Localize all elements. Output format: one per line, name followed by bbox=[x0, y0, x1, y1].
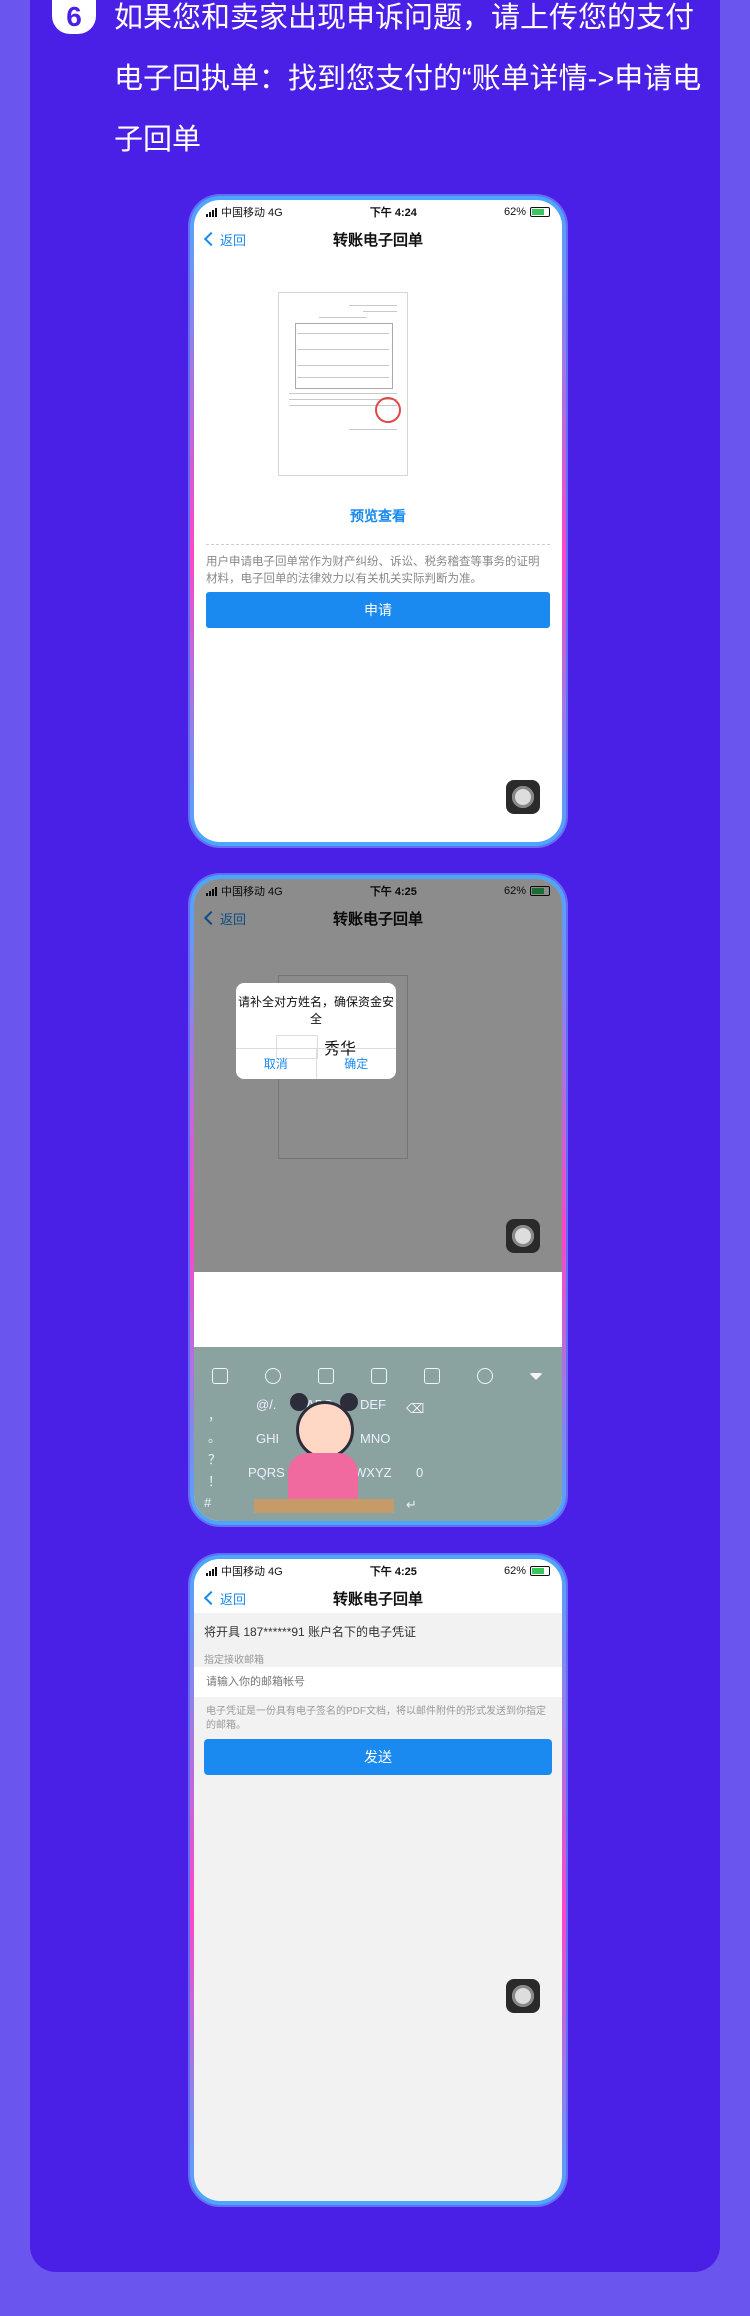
key-exclaim[interactable]: ！ bbox=[208, 1471, 221, 1490]
back-button[interactable]: 返回 bbox=[203, 1589, 247, 1608]
carrier-label: 中国移动 4G bbox=[221, 207, 283, 219]
page-title: 转账电子回单 bbox=[332, 231, 423, 249]
account-line: 将开具 187******91 账户名下的电子凭证 bbox=[204, 1625, 417, 1639]
grid-icon[interactable] bbox=[423, 1368, 440, 1384]
assistive-touch-button[interactable] bbox=[506, 1219, 540, 1253]
carrier-label: 中国移动 4G bbox=[221, 1566, 283, 1578]
key-period[interactable]: 。 bbox=[208, 1427, 221, 1446]
signal-icon bbox=[206, 1566, 217, 1576]
keyboard: ， 。 ？ ！ @/. ABC DEF GHI MNO PQRS WXYZ 0 … bbox=[194, 1347, 562, 1521]
screen-1: 中国移动 4G 下午 4:24 62% 返回 转账电子回单 预览查看 用户申请电… bbox=[194, 200, 562, 842]
page-title: 转账电子回单 bbox=[332, 1590, 423, 1608]
email-field-row bbox=[194, 1667, 562, 1697]
dialog-title: 请补全对方姓名，确保资金安全 bbox=[237, 995, 394, 1026]
nav-bar: 返回 转账电子回单 bbox=[194, 224, 562, 254]
key-hash[interactable]: # bbox=[204, 1495, 211, 1510]
time-label: 下午 4:25 bbox=[369, 1566, 417, 1578]
keyboard-skin-illustration bbox=[254, 1387, 394, 1517]
time-label: 下午 4:24 bbox=[369, 207, 417, 219]
key-comma[interactable]: ， bbox=[208, 1405, 221, 1424]
search-icon[interactable] bbox=[476, 1368, 493, 1384]
dashed-divider bbox=[206, 544, 550, 545]
step-number-badge: 6 bbox=[52, 0, 96, 34]
email-label: 指定接收邮箱 bbox=[204, 1655, 264, 1666]
pdf-description: 电子凭证是一份具有电子签名的PDF文档，将以邮件附件的形式发送到你指定的邮箱。 bbox=[206, 1706, 546, 1731]
battery-icon bbox=[530, 207, 550, 217]
chevron-left-icon bbox=[203, 1590, 219, 1606]
phone-screenshot-3: 中国移动 4G 下午 4:25 62% 返回 转账电子回单 将开具 187***… bbox=[190, 1555, 566, 2205]
enter-key-icon[interactable]: ↵ bbox=[406, 1497, 417, 1513]
emoji-icon[interactable] bbox=[265, 1368, 282, 1384]
key-0[interactable]: 0 bbox=[416, 1465, 423, 1480]
nav-bar: 返回 转账电子回单 bbox=[194, 1583, 562, 1613]
red-stamp-icon bbox=[375, 397, 401, 423]
microphone-icon[interactable] bbox=[318, 1368, 335, 1384]
battery-percent: 62% bbox=[503, 206, 526, 218]
desk bbox=[254, 1499, 394, 1513]
status-bar: 中国移动 4G 下午 4:25 62% bbox=[194, 1559, 562, 1583]
cancel-button[interactable]: 取消 bbox=[236, 1049, 317, 1079]
collapse-icon[interactable] bbox=[529, 1372, 544, 1380]
status-bar: 中国移动 4G 下午 4:24 62% bbox=[194, 200, 562, 224]
assistive-touch-button[interactable] bbox=[506, 1979, 540, 2013]
screen-2: 中国移动 4G 下午 4:25 62% 返回 转账电子回单 请补全对方姓名，确保… bbox=[194, 879, 562, 1521]
key-question[interactable]: ？ bbox=[208, 1449, 221, 1468]
girl-head bbox=[296, 1401, 354, 1459]
confirm-button[interactable]: 确定 bbox=[317, 1049, 397, 1079]
back-button[interactable]: 返回 bbox=[203, 230, 247, 249]
chevron-left-icon bbox=[203, 231, 219, 247]
phone-screenshot-2: 中国移动 4G 下午 4:25 62% 返回 转账电子回单 请补全对方姓名，确保… bbox=[190, 875, 566, 1525]
phone-screenshot-1: 中国移动 4G 下午 4:24 62% 返回 转账电子回单 预览查看 用户申请电… bbox=[190, 196, 566, 846]
email-input[interactable] bbox=[204, 1667, 528, 1697]
step-instruction-text: 如果您和卖家出现申诉问题，请上传您的支付电子回执单：找到您支付的“账单详情->申… bbox=[114, 2, 702, 156]
assistive-touch-button[interactable] bbox=[506, 780, 540, 814]
battery-icon bbox=[530, 1566, 550, 1576]
keyboard-toolbar bbox=[194, 1365, 562, 1387]
keyboard-icon[interactable] bbox=[370, 1368, 387, 1384]
sogou-logo-icon[interactable] bbox=[212, 1368, 229, 1384]
back-label: 返回 bbox=[220, 1591, 247, 1607]
preview-link[interactable]: 预览查看 bbox=[194, 506, 562, 526]
signal-icon bbox=[206, 207, 217, 217]
battery-percent: 62% bbox=[503, 1565, 526, 1577]
screen-3: 中国移动 4G 下午 4:25 62% 返回 转账电子回单 将开具 187***… bbox=[194, 1559, 562, 2201]
receipt-thumbnail[interactable] bbox=[278, 292, 408, 476]
send-button[interactable]: 发送 bbox=[204, 1739, 552, 1775]
name-confirm-dialog: 请补全对方姓名，确保资金安全 秀华 取消 确定 bbox=[236, 983, 396, 1079]
legal-note: 用户申请电子回单常作为财产纠纷、诉讼、税务稽查等事务的证明材料，电子回单的法律效… bbox=[206, 556, 540, 585]
delete-key-icon[interactable]: ⌫ bbox=[406, 1401, 424, 1417]
back-label: 返回 bbox=[220, 232, 247, 248]
apply-button[interactable]: 申请 bbox=[206, 592, 550, 628]
